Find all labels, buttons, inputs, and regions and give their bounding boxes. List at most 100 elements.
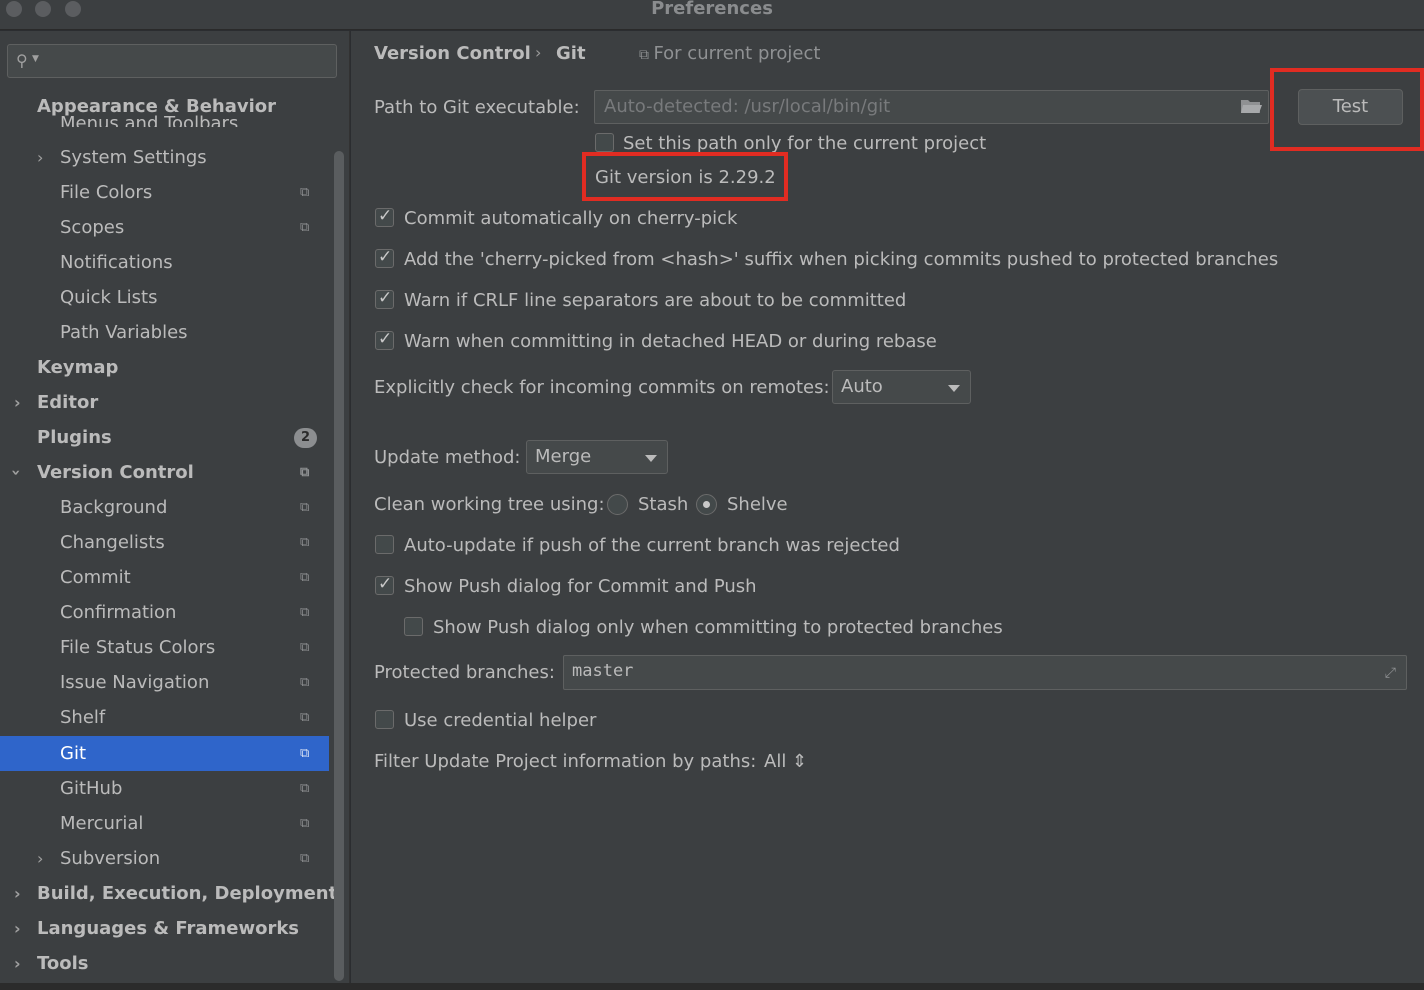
sidebar-item-label: Mercurial (60, 813, 144, 834)
sidebar-item-file-colors[interactable]: File Colors ⧉ (0, 175, 329, 210)
update-method-select[interactable]: Merge (526, 440, 668, 474)
commit-cherry-pick-checkbox[interactable] (375, 206, 394, 227)
sidebar-item-quick-lists[interactable]: Quick Lists (0, 280, 329, 315)
git-path-input[interactable]: Auto-detected: /usr/local/bin/git (594, 90, 1269, 124)
commit-cherry-pick-label: Commit automatically on cherry-pick (404, 208, 738, 229)
chevron-down-icon: › (6, 469, 26, 476)
chevron-down-icon: ▼ (32, 54, 39, 64)
sidebar-item-plugins[interactable]: Plugins 2 (0, 420, 329, 455)
sidebar-item-label: Scopes (60, 217, 125, 238)
project-scope-icon: ⧉ (300, 640, 310, 655)
expand-icon[interactable]: ⤢ (1385, 665, 1396, 681)
sidebar-item-label: Git (60, 743, 87, 764)
sidebar-item-label: Notifications (60, 252, 173, 273)
warn-detached-checkbox[interactable] (375, 329, 394, 350)
sidebar-item-tools[interactable]: › Tools (0, 946, 329, 981)
shelve-label: Shelve (727, 494, 788, 515)
sidebar-item-label: Shelf (60, 707, 106, 728)
incoming-commits-select[interactable]: Auto (832, 370, 971, 404)
sidebar-item-issue-navigation[interactable]: Issue Navigation ⧉ (0, 665, 329, 700)
sidebar-item-version-control[interactable]: › Version Control ⧉ (0, 455, 329, 490)
sidebar-item-keymap[interactable]: Keymap (0, 350, 329, 385)
protected-branches-label: Protected branches: (374, 662, 555, 683)
warn-crlf-label: Warn if CRLF line separators are about t… (404, 290, 907, 311)
project-scope-icon: ⧉ (300, 535, 310, 550)
folder-icon[interactable] (1240, 97, 1262, 115)
sidebar-item-label: Build, Execution, Deployment (37, 883, 338, 904)
sidebar-item-languages-frameworks[interactable]: › Languages & Frameworks (0, 911, 329, 946)
project-scope-icon: ⧉ (300, 851, 310, 866)
chevron-down-icon (948, 385, 960, 392)
breadcrumb-version-control[interactable]: Version Control (374, 43, 531, 64)
for-current-project-label: ⧉ For current project (639, 43, 820, 64)
sidebar-item-label: System Settings (60, 147, 207, 168)
sidebar-item-commit[interactable]: Commit ⧉ (0, 560, 329, 595)
sidebar-item-label: Issue Navigation (60, 672, 210, 693)
project-scope-icon: ⧉ (300, 816, 310, 831)
chevron-right-icon: › (14, 393, 21, 412)
credential-helper-label: Use credential helper (404, 710, 597, 731)
sidebar-item-label: Version Control (37, 462, 194, 483)
set-path-only-label: Set this path only for the current proje… (623, 133, 987, 154)
sidebar-item-label: Editor (37, 392, 99, 413)
sidebar-item-label: Subversion (60, 848, 161, 869)
sidebar-item-git[interactable]: Git ⧉ (0, 736, 329, 771)
set-path-only-checkbox[interactable] (595, 133, 614, 152)
sidebar-item-file-status-colors[interactable]: File Status Colors ⧉ (0, 630, 329, 665)
auto-update-checkbox[interactable] (375, 535, 394, 554)
sidebar-item-github[interactable]: GitHub ⧉ (0, 771, 329, 806)
chevron-down-icon (645, 455, 657, 462)
shelve-radio[interactable] (696, 494, 717, 515)
settings-sidebar: ⚲ ▼ Appearance & Behavior Menus and Tool… (0, 31, 350, 983)
show-push-label: Show Push dialog for Commit and Push (404, 576, 757, 597)
sidebar-item-label: Path Variables (60, 322, 188, 343)
sidebar-item-label: Background (60, 497, 168, 518)
bottom-edge (0, 983, 1424, 990)
chevron-right-icon: › (14, 954, 21, 973)
sidebar-item-system-settings[interactable]: › System Settings (0, 140, 329, 175)
chevron-right-icon: › (14, 884, 21, 903)
chevron-right-icon: › (37, 849, 44, 868)
breadcrumb-separator: › (535, 43, 542, 62)
warn-detached-label: Warn when committing in detached HEAD or… (404, 331, 937, 352)
credential-helper-checkbox[interactable] (375, 710, 394, 729)
update-method-value: Merge (535, 446, 592, 467)
search-input[interactable]: ⚲ ▼ (7, 44, 337, 78)
protected-branches-input[interactable]: master ⤢ (563, 655, 1407, 690)
sidebar-scrollbar[interactable] (334, 151, 344, 981)
sidebar-item-background[interactable]: Background ⧉ (0, 490, 329, 525)
stash-radio[interactable] (607, 494, 628, 515)
filter-update-label: Filter Update Project information by pat… (374, 751, 757, 772)
git-path-placeholder: Auto-detected: /usr/local/bin/git (604, 96, 891, 117)
sidebar-item-label: Quick Lists (60, 287, 158, 308)
sidebar-item-changelists[interactable]: Changelists ⧉ (0, 525, 329, 560)
sidebar-item-label: Commit (60, 567, 131, 588)
sidebar-item-label: Languages & Frameworks (37, 918, 300, 939)
sidebar-item-label: Tools (37, 953, 89, 974)
sidebar-item-label: File Colors (60, 182, 153, 203)
project-scope-icon: ⧉ (300, 465, 310, 480)
warn-crlf-checkbox[interactable] (375, 288, 394, 309)
sidebar-item-label: Confirmation (60, 602, 177, 623)
sidebar-item-notifications[interactable]: Notifications (0, 245, 329, 280)
cherry-picked-suffix-checkbox[interactable] (375, 247, 394, 268)
sidebar-item-build-execution-deployment[interactable]: › Build, Execution, Deployment (0, 876, 337, 911)
sidebar-item-label: GitHub (60, 778, 123, 799)
incoming-commits-value: Auto (841, 376, 883, 397)
sidebar-item-menus-toolbars-clipped: Menus and Toolbars (60, 115, 239, 127)
window-title: Preferences (651, 0, 773, 19)
sidebar-item-editor[interactable]: › Editor (0, 385, 329, 420)
clean-tree-label: Clean working tree using: (374, 494, 605, 515)
chevron-right-icon: › (14, 919, 21, 938)
sidebar-item-confirmation[interactable]: Confirmation ⧉ (0, 595, 329, 630)
sidebar-item-shelf[interactable]: Shelf ⧉ (0, 700, 329, 735)
sidebar-item-subversion[interactable]: › Subversion ⧉ (0, 841, 329, 876)
show-push-checkbox[interactable] (375, 574, 394, 595)
sidebar-item-mercurial[interactable]: Mercurial ⧉ (0, 806, 329, 841)
project-scope-icon: ⧉ (300, 675, 310, 690)
sidebar-item-label: Plugins (37, 427, 112, 448)
show-push-protected-checkbox[interactable] (404, 617, 423, 636)
filter-update-dropdown[interactable]: All ⇕ (764, 751, 807, 772)
sidebar-item-scopes[interactable]: Scopes ⧉ (0, 210, 329, 245)
sidebar-item-path-variables[interactable]: Path Variables (0, 315, 329, 350)
